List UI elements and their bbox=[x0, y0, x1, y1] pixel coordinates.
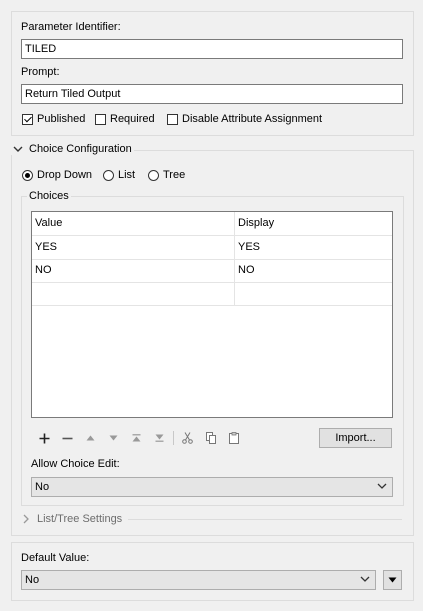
identifier-label: Parameter Identifier: bbox=[21, 21, 121, 33]
list-tree-settings-header[interactable]: List/Tree Settings bbox=[22, 513, 122, 525]
radio-tree-circle[interactable] bbox=[148, 169, 159, 181]
add-row-button[interactable] bbox=[36, 430, 52, 446]
move-bottom-button[interactable] bbox=[151, 430, 167, 446]
radio-list-label: List bbox=[118, 169, 136, 181]
cell-display[interactable]: YES bbox=[235, 236, 392, 259]
choice-config-title: Choice Configuration bbox=[29, 143, 132, 155]
move-top-button[interactable] bbox=[128, 430, 144, 446]
prompt-label: Prompt: bbox=[21, 66, 60, 78]
minus-icon bbox=[62, 437, 72, 439]
table-row-empty[interactable] bbox=[32, 282, 392, 306]
choices-title: Choices bbox=[27, 190, 71, 202]
cell-value[interactable]: YES bbox=[32, 236, 235, 259]
choice-config-header[interactable]: Choice Configuration bbox=[11, 143, 134, 155]
default-value-label: Default Value: bbox=[21, 552, 90, 564]
prompt-input[interactable]: Return Tiled Output bbox=[21, 84, 403, 104]
radio-tree-label: Tree bbox=[163, 169, 186, 181]
remove-row-button[interactable] bbox=[59, 430, 75, 446]
arrow-down-icon bbox=[109, 435, 117, 441]
required-checkbox[interactable]: Required bbox=[95, 112, 155, 126]
move-to-bottom-icon bbox=[155, 434, 163, 442]
move-to-top-icon bbox=[132, 434, 140, 442]
list-tree-divider bbox=[128, 519, 402, 520]
column-header-value[interactable]: Value bbox=[32, 212, 235, 235]
radio-dropdown-label: Drop Down bbox=[37, 169, 93, 181]
move-down-button[interactable] bbox=[105, 430, 121, 446]
triangle-down-icon bbox=[388, 577, 397, 583]
choices-table[interactable]: Value Display YES YES NO NO bbox=[31, 211, 393, 418]
allow-edit-select[interactable]: No bbox=[31, 477, 393, 497]
copy-button[interactable] bbox=[203, 430, 219, 446]
default-value-select[interactable]: No bbox=[21, 570, 376, 590]
list-tree-settings-title: List/Tree Settings bbox=[37, 513, 123, 525]
radio-dropdown-circle[interactable] bbox=[22, 169, 33, 181]
move-up-button[interactable] bbox=[82, 430, 98, 446]
toolbar-separator bbox=[173, 431, 174, 445]
published-checkbox[interactable]: Published bbox=[22, 112, 85, 126]
identifier-input[interactable]: TILED bbox=[21, 39, 403, 59]
chevron-right-icon bbox=[23, 514, 29, 524]
required-label: Required bbox=[110, 113, 155, 125]
plus-icon bbox=[39, 433, 49, 443]
column-header-display[interactable]: Display bbox=[235, 212, 392, 235]
disable-attr-label: Disable Attribute Assignment bbox=[182, 113, 323, 125]
radio-list-circle[interactable] bbox=[103, 169, 114, 181]
published-label: Published bbox=[37, 113, 86, 125]
cell-value-empty[interactable] bbox=[32, 282, 235, 305]
disable-attr-checkbox-box[interactable] bbox=[167, 113, 178, 125]
scissors-icon bbox=[181, 432, 193, 444]
chevron-down-icon bbox=[377, 483, 387, 489]
cell-display[interactable]: NO bbox=[235, 259, 392, 282]
required-checkbox-box[interactable] bbox=[95, 113, 106, 125]
table-header-row: Value Display bbox=[32, 212, 392, 236]
radio-dropdown[interactable]: Drop Down bbox=[22, 168, 92, 182]
copy-icon bbox=[205, 432, 216, 444]
cut-button[interactable] bbox=[179, 430, 195, 446]
table-row[interactable]: NO NO bbox=[32, 259, 392, 283]
cell-display-empty[interactable] bbox=[235, 282, 392, 305]
clipboard-icon bbox=[229, 432, 239, 444]
published-checkbox-box[interactable] bbox=[22, 113, 33, 125]
default-value-menu-button[interactable] bbox=[383, 570, 402, 590]
chevron-down-icon bbox=[360, 576, 370, 582]
disable-attr-checkbox[interactable]: Disable Attribute Assignment bbox=[167, 112, 322, 126]
default-value-text: No bbox=[25, 574, 40, 586]
table-row[interactable]: YES YES bbox=[32, 236, 392, 260]
allow-edit-value: No bbox=[35, 481, 50, 493]
radio-list[interactable]: List bbox=[103, 168, 135, 182]
allow-edit-label: Allow Choice Edit: bbox=[31, 458, 120, 470]
arrow-up-icon bbox=[86, 435, 94, 441]
radio-tree[interactable]: Tree bbox=[148, 168, 185, 182]
cell-value[interactable]: NO bbox=[32, 259, 235, 282]
chevron-down-icon bbox=[13, 146, 23, 152]
import-button[interactable]: Import... bbox=[319, 428, 392, 448]
paste-button[interactable] bbox=[226, 430, 242, 446]
